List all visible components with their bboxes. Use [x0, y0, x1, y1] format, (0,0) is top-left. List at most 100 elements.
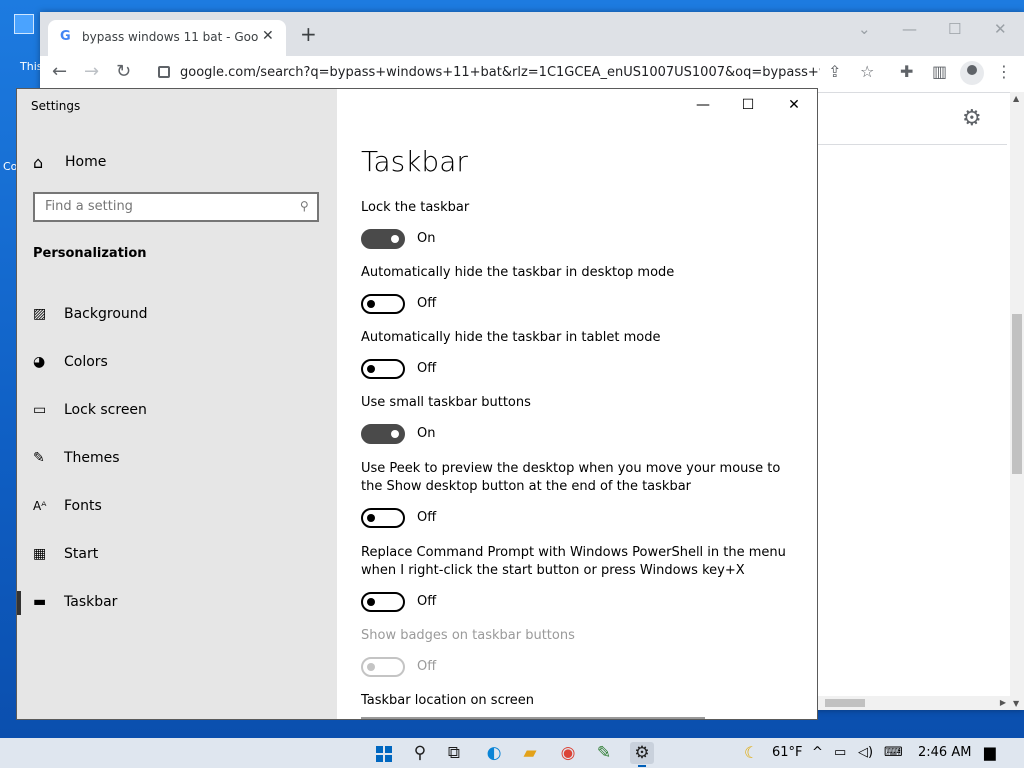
chrome-icon[interactable]: ◉ — [556, 742, 580, 764]
profile-avatar-icon[interactable] — [960, 61, 984, 85]
back-icon[interactable]: ← — [52, 62, 67, 82]
powershell-toggle[interactable] — [361, 592, 405, 612]
toggle-state: Off — [417, 361, 437, 376]
browser-close-button[interactable]: ✕ — [994, 20, 1007, 38]
sidebar-item-themes[interactable]: ✎ Themes — [17, 435, 337, 483]
forward-icon[interactable]: → — [84, 62, 99, 82]
new-tab-button[interactable]: + — [300, 24, 317, 44]
settings-content: — ☐ ✕ Taskbar Lock the taskbar On Automa… — [337, 89, 817, 719]
scroll-right-icon[interactable]: ▶ — [1000, 698, 1006, 707]
address-bar[interactable]: google.com/search?q=bypass+windows+11+ba… — [150, 60, 822, 88]
sidebar-item-fonts[interactable]: Aᴬ Fonts — [17, 483, 337, 531]
url-text[interactable]: google.com/search?q=bypass+windows+11+ba… — [180, 65, 820, 80]
search-icon[interactable]: ⚲ — [408, 742, 432, 764]
toggle-state: On — [417, 231, 436, 246]
sidebar-item-background[interactable]: ▨ Background — [17, 291, 337, 339]
toggle-state: Off — [417, 296, 437, 311]
hscroll-thumb[interactable] — [825, 699, 865, 707]
close-button[interactable]: ✕ — [779, 95, 809, 115]
start-button[interactable] — [376, 746, 392, 762]
setting-peek: Use Peek to preview the desktop when you… — [361, 460, 801, 528]
tab-close-icon[interactable]: ✕ — [262, 28, 274, 44]
notifications-icon[interactable]: ▆ — [984, 743, 996, 761]
this-pc-icon[interactable] — [14, 14, 34, 34]
sidebar-item-label: Themes — [64, 450, 120, 466]
sidebar-item-lock-screen[interactable]: ▭ Lock screen — [17, 387, 337, 435]
browser-minimize-button[interactable]: — — [902, 20, 917, 38]
setting-small-buttons: Use small taskbar buttons On — [361, 394, 801, 444]
palette-icon: ◕ — [33, 354, 46, 370]
browser-maximize-button[interactable]: ☐ — [948, 20, 961, 38]
edge-icon[interactable]: ◐ — [482, 742, 506, 764]
window-title: Settings — [31, 99, 81, 113]
gear-icon[interactable]: ⚙ — [962, 106, 982, 131]
sidebar-item-label: Colors — [64, 354, 108, 370]
page-divider — [817, 144, 1007, 145]
network-icon[interactable]: ▭ — [834, 745, 846, 760]
notepad-icon[interactable]: ✎ — [592, 742, 616, 764]
setting-autohide-desktop: Automatically hide the taskbar in deskto… — [361, 264, 801, 314]
setting-label: Use Peek to preview the desktop when you… — [361, 461, 781, 494]
extensions-icon[interactable]: ✚ — [900, 64, 913, 80]
file-explorer-icon[interactable]: ▰ — [518, 742, 542, 764]
minimize-button[interactable]: — — [688, 95, 718, 115]
clock-time[interactable]: 2:46 AM — [918, 745, 971, 760]
setting-label: Show badges on taskbar buttons — [361, 628, 575, 643]
tab-search-icon[interactable]: ⌄ — [858, 20, 871, 38]
settings-icon[interactable]: ⚙ — [630, 742, 654, 767]
setting-label: Automatically hide the taskbar in tablet… — [361, 330, 661, 345]
section-heading: Personalization — [33, 246, 147, 261]
badges-toggle — [361, 657, 405, 677]
vertical-scrollbar[interactable]: ▲ ▼ — [1010, 92, 1024, 710]
settings-window: Settings ⌂ Home ⚲ Personalization ▨ Back… — [16, 88, 818, 720]
sidebar-item-label: Fonts — [64, 498, 102, 514]
share-icon[interactable]: ⇪ — [828, 64, 841, 80]
scroll-down-icon[interactable]: ▼ — [1013, 699, 1019, 708]
weather-temp[interactable]: 61°F — [772, 745, 803, 760]
fonts-icon: Aᴬ — [33, 499, 47, 513]
weather-moon-icon[interactable]: ☾ — [744, 743, 758, 762]
lock-screen-icon: ▭ — [33, 402, 47, 418]
setting-location: Taskbar location on screen — [361, 692, 801, 710]
sidebar-item-label: Background — [64, 306, 148, 322]
maximize-button[interactable]: ☐ — [733, 95, 763, 115]
reload-icon[interactable]: ↻ — [116, 62, 131, 82]
autohide-tablet-toggle[interactable] — [361, 359, 405, 379]
active-indicator — [17, 591, 21, 615]
sidebar-item-taskbar[interactable]: ▬ Taskbar — [17, 579, 337, 627]
volume-icon[interactable]: ◁) — [858, 745, 873, 760]
tab-strip: G bypass windows 11 bat - Google ✕ + ⌄ —… — [40, 12, 1024, 56]
location-dropdown[interactable] — [361, 717, 705, 719]
settings-search[interactable]: ⚲ — [33, 192, 319, 222]
peek-toggle[interactable] — [361, 508, 405, 528]
sidebar-item-colors[interactable]: ◕ Colors — [17, 339, 337, 387]
taskbar-icon: ▬ — [33, 594, 47, 610]
keyboard-icon[interactable]: ⌨ — [884, 745, 903, 760]
setting-label: Replace Command Prompt with Windows Powe… — [361, 545, 786, 578]
scroll-up-icon[interactable]: ▲ — [1013, 94, 1019, 103]
browser-tab[interactable]: G bypass windows 11 bat - Google ✕ — [48, 20, 286, 56]
themes-icon: ✎ — [33, 450, 45, 466]
search-input[interactable] — [43, 198, 287, 215]
home-label: Home — [65, 154, 107, 170]
page-title: Taskbar — [361, 145, 468, 178]
scroll-thumb[interactable] — [1012, 314, 1022, 474]
start-icon: ▦ — [33, 546, 47, 562]
chevron-up-icon[interactable]: ^ — [812, 745, 823, 760]
windows-taskbar: ⚲ ⧉ ◐ ▰ ◉ ✎ ⚙ ☾ 61°F ^ ▭ ◁) ⌨ 2:46 AM ▆ — [0, 738, 1024, 768]
horizontal-scrollbar[interactable]: ▶ — [817, 696, 1010, 710]
setting-autohide-tablet: Automatically hide the taskbar in tablet… — [361, 329, 801, 379]
bookmark-star-icon[interactable]: ☆ — [860, 64, 874, 80]
task-view-icon[interactable]: ⧉ — [442, 742, 466, 764]
menu-kebab-icon[interactable]: ⋮ — [996, 64, 1012, 80]
autohide-desktop-toggle[interactable] — [361, 294, 405, 314]
lock-taskbar-toggle[interactable] — [361, 229, 405, 249]
toggle-state: Off — [417, 594, 437, 609]
side-panel-icon[interactable]: ▥ — [932, 64, 947, 80]
setting-label: Automatically hide the taskbar in deskto… — [361, 265, 675, 280]
toggle-state: On — [417, 426, 436, 441]
lock-icon[interactable] — [158, 66, 170, 78]
sidebar-item-label: Lock screen — [64, 402, 147, 418]
small-buttons-toggle[interactable] — [361, 424, 405, 444]
sidebar-item-start[interactable]: ▦ Start — [17, 531, 337, 579]
